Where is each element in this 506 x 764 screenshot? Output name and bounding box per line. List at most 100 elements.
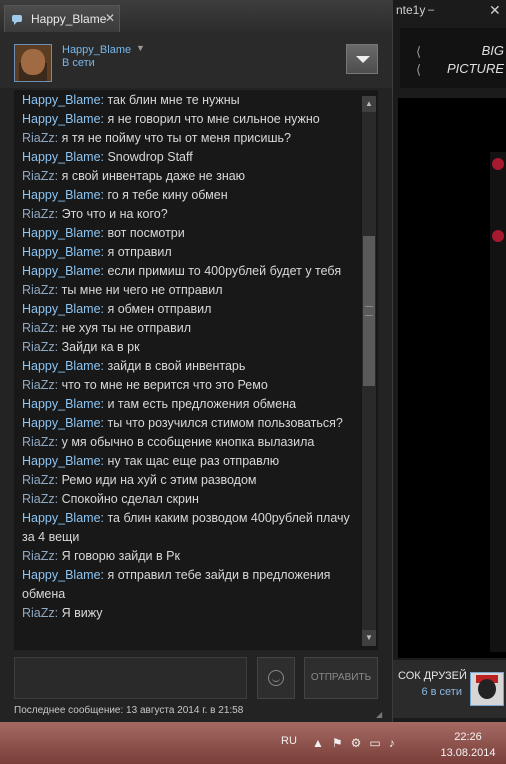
message-sender[interactable]: RiaZz <box>22 131 55 145</box>
message-list: Happy_Blame: так блин мне те нужны Happy_… <box>22 91 358 623</box>
friend-status: В сети <box>62 57 95 69</box>
message-sender[interactable]: Happy_Blame <box>22 226 101 240</box>
message-sender[interactable]: RiaZz <box>22 169 55 183</box>
steam-window-title: nte1y <box>396 3 426 17</box>
message-input[interactable] <box>14 657 247 699</box>
message-sender[interactable]: Happy_Blame <box>22 93 101 107</box>
message-sender[interactable]: RiaZz <box>22 207 55 221</box>
message-text: так блин мне те нужны <box>107 93 240 107</box>
message-sender[interactable]: Happy_Blame <box>22 112 101 126</box>
chat-message: RiaZz: Спокойно сделал скрин <box>22 492 199 506</box>
message-text: Я вижу <box>61 606 103 620</box>
close-window-button[interactable]: ✕ <box>489 2 501 19</box>
dropdown-arrow-icon <box>356 56 370 63</box>
minimize-button[interactable]: – <box>425 4 437 16</box>
message-text: зайди в свой инвентарь <box>107 359 246 373</box>
chat-message: Happy_Blame: та блин каким розводом 400р… <box>22 511 350 544</box>
chat-message: RiaZz: Я вижу <box>22 606 103 620</box>
chat-message: RiaZz: Ремо иди на хуй с этим разводом <box>22 473 257 487</box>
chat-message: RiaZz: Это что и на кого? <box>22 207 168 221</box>
resize-grip-icon[interactable]: ◢ <box>376 710 382 719</box>
volume-icon[interactable]: ♪ <box>389 736 403 750</box>
big-picture-label[interactable]: BIG PICTURE <box>438 42 504 78</box>
message-text: если примиш то 400рублей будет у тебя <box>107 264 342 278</box>
chat-message: Happy_Blame: я отправил <box>22 245 172 259</box>
chat-bubble-icon <box>12 15 22 25</box>
chat-window: Happy_Blame ✕ Happy_Blame ▼ В сети Happy… <box>0 0 393 722</box>
message-text: что то мне не верится что это Ремо <box>61 378 268 392</box>
message-text: я не говорил что мне сильное нужно <box>107 112 320 126</box>
message-sender[interactable]: RiaZz <box>22 473 55 487</box>
message-sender[interactable]: Happy_Blame <box>22 188 101 202</box>
message-sender[interactable]: RiaZz <box>22 321 55 335</box>
chat-history: Happy_Blame: так блин мне те нужны Happy_… <box>14 90 378 650</box>
friend-name[interactable]: Happy_Blame <box>62 44 131 56</box>
tray-arrow-icon[interactable]: ▲ <box>312 736 332 750</box>
red-dot-icon <box>492 158 504 170</box>
message-text: у мя обычно в ссобщение кнопка вылазила <box>61 435 315 449</box>
user-avatar[interactable] <box>470 672 504 706</box>
message-text: Snowdrop Staff <box>107 150 193 164</box>
message-sender[interactable]: RiaZz <box>22 283 55 297</box>
taskbar-clock[interactable]: 22:26 13.08.2014 <box>440 729 496 761</box>
message-text: Это что и на кого? <box>61 207 168 221</box>
chat-tab[interactable]: Happy_Blame ✕ <box>4 5 120 32</box>
message-sender[interactable]: Happy_Blame <box>22 454 101 468</box>
message-sender[interactable]: Happy_Blame <box>22 359 101 373</box>
grip-icon <box>365 306 373 316</box>
message-sender[interactable]: Happy_Blame <box>22 416 101 430</box>
message-sender[interactable]: RiaZz <box>22 492 55 506</box>
message-sender[interactable]: Happy_Blame <box>22 150 101 164</box>
message-sender[interactable]: Happy_Blame <box>22 264 101 278</box>
message-sender[interactable]: Happy_Blame <box>22 245 101 259</box>
chat-options-dropdown[interactable] <box>346 44 378 74</box>
chat-message: Happy_Blame: Snowdrop Staff <box>22 150 193 164</box>
steam-tray-icon[interactable]: ⚙ <box>351 736 370 750</box>
scroll-up-icon[interactable]: ▲ <box>362 96 376 112</box>
message-sender[interactable]: Happy_Blame <box>22 511 101 525</box>
chat-message: Happy_Blame: ты что розучился стимом пол… <box>22 416 343 430</box>
chat-message: Happy_Blame: так блин мне те нужны <box>22 93 240 107</box>
taskbar <box>0 722 506 764</box>
message-text: вот посмотри <box>107 226 185 240</box>
message-text: Я говорю зайди в Рк <box>61 549 180 563</box>
chat-message: Happy_Blame: и там есть предложения обме… <box>22 397 297 411</box>
message-sender[interactable]: Happy_Blame <box>22 568 101 582</box>
chevron-down-icon[interactable]: ▼ <box>136 43 145 53</box>
chat-message: Happy_Blame: зайди в свой инвентарь <box>22 359 246 373</box>
language-indicator[interactable]: RU <box>281 735 297 747</box>
message-text: я свой инвентарь даже не знаю <box>61 169 246 183</box>
message-sender[interactable]: Happy_Blame <box>22 302 101 316</box>
chat-message: Happy_Blame: вот посмотри <box>22 226 185 240</box>
flag-icon[interactable]: ⚑ <box>332 736 351 750</box>
message-text: я тя не пойму что ты от меня присишь? <box>61 131 292 145</box>
message-sender[interactable]: RiaZz <box>22 549 55 563</box>
scroll-down-icon[interactable]: ▼ <box>362 630 376 646</box>
message-sender[interactable]: RiaZz <box>22 340 55 354</box>
friends-label: СОК ДРУЗЕЙ <box>398 670 467 682</box>
send-button[interactable]: ОТПРАВИТЬ <box>304 657 378 699</box>
chat-tab-title: Happy_Blame <box>31 12 107 26</box>
chat-message: RiaZz: я свой инвентарь даже не знаю <box>22 169 246 183</box>
tray-icons[interactable]: ▲⚑⚙▭♪ <box>312 736 403 750</box>
emoticon-button[interactable] <box>257 657 295 699</box>
chat-message: Happy_Blame: я обмен отправил <box>22 302 212 316</box>
message-text: Спокойно сделал скрин <box>61 492 199 506</box>
display-icon[interactable]: ▭ <box>369 736 388 750</box>
message-sender[interactable]: RiaZz <box>22 435 55 449</box>
chat-message: RiaZz: что то мне не верится что это Рем… <box>22 378 268 392</box>
clock-date: 13.08.2014 <box>440 747 496 759</box>
red-dot-icon <box>492 230 504 242</box>
friend-avatar[interactable] <box>14 44 52 82</box>
message-sender[interactable]: Happy_Blame <box>22 397 101 411</box>
message-sender[interactable]: RiaZz <box>22 606 55 620</box>
message-text: не хуя ты не отправил <box>61 321 192 335</box>
chat-message: RiaZz: не хуя ты не отправил <box>22 321 192 335</box>
chat-message: RiaZz: Зайди ка в рк <box>22 340 140 354</box>
message-text: ты что розучился стимом пользоваться? <box>107 416 343 430</box>
friends-online-count: 6 в сети <box>421 686 462 698</box>
close-tab-button[interactable]: ✕ <box>105 11 115 25</box>
clock-time: 22:26 <box>454 731 482 743</box>
message-text: я отправил <box>107 245 172 259</box>
message-sender[interactable]: RiaZz <box>22 378 55 392</box>
